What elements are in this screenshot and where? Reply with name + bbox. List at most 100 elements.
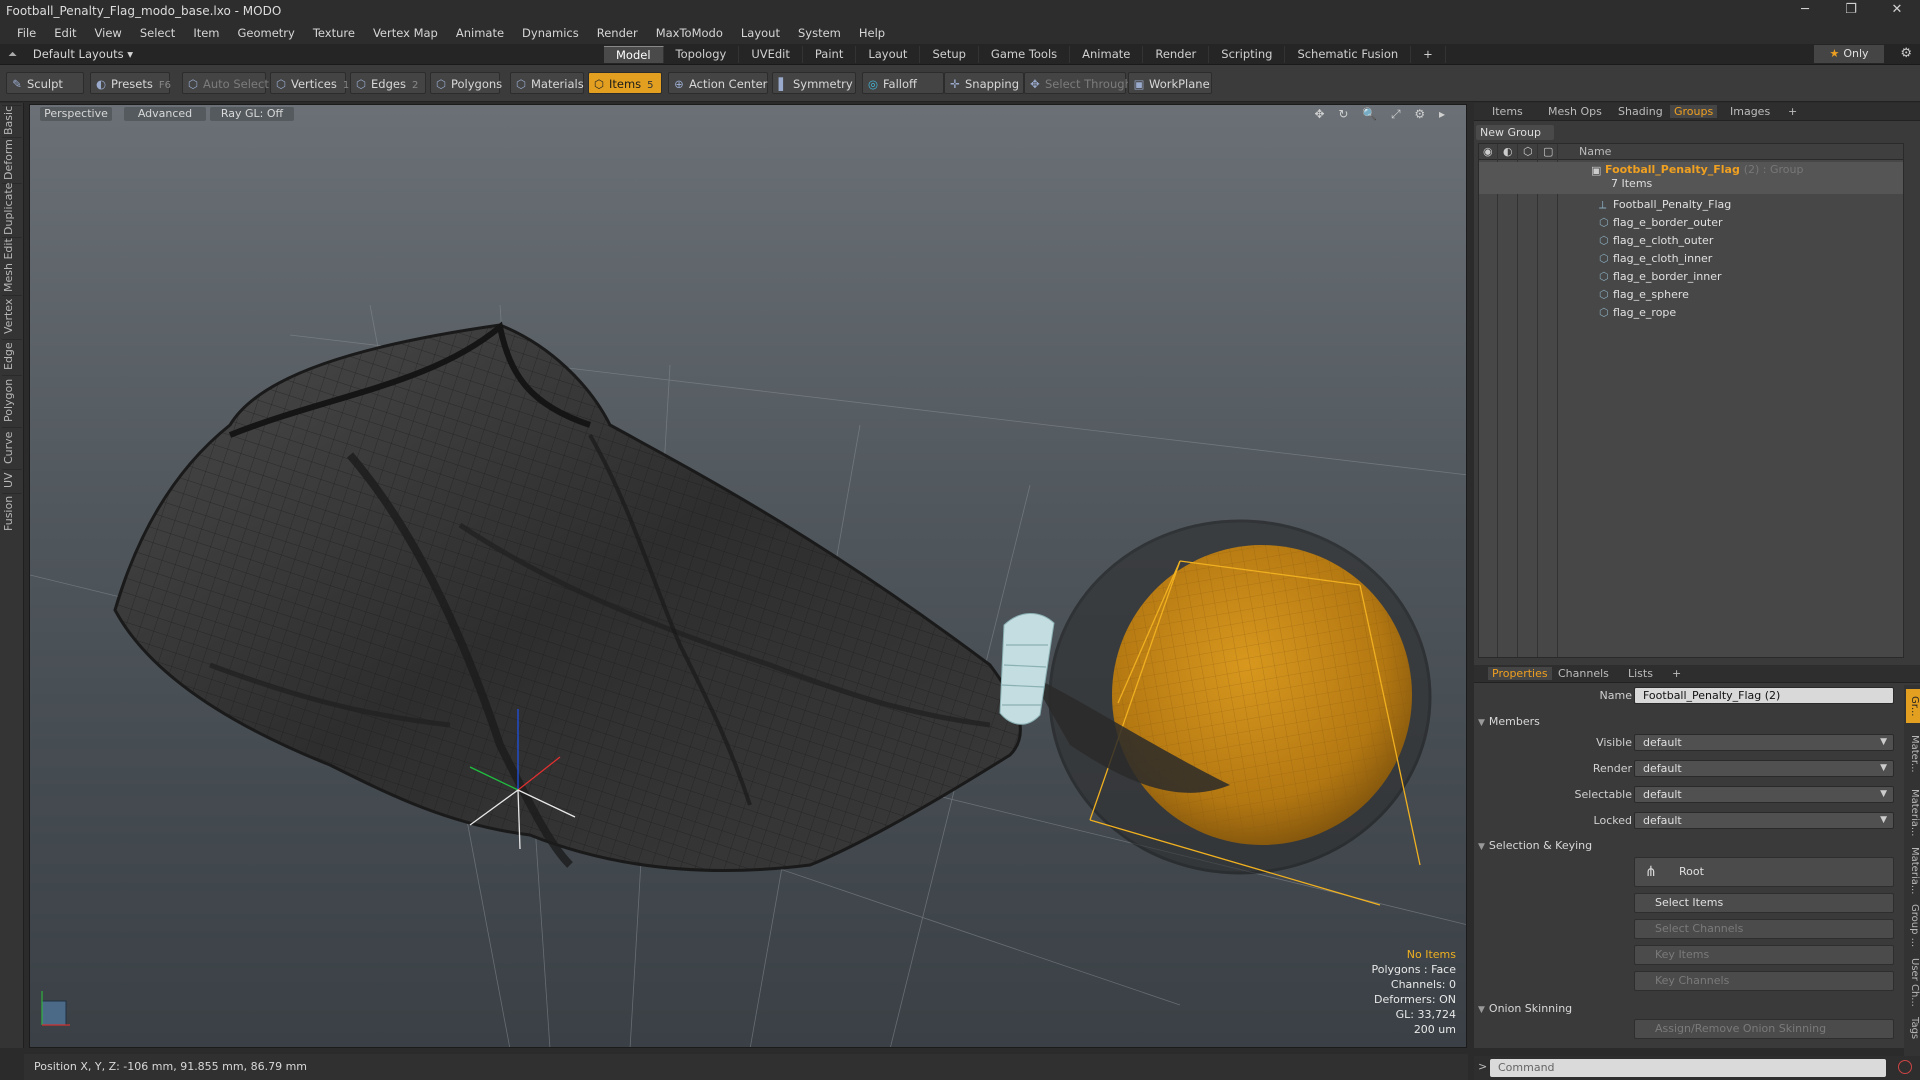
tab-model[interactable]: Model — [604, 46, 664, 63]
menu-animate[interactable]: Animate — [447, 26, 513, 40]
panel-tab-add[interactable]: + — [1784, 105, 1801, 118]
items-button[interactable]: ⬡ Items 5 — [588, 72, 662, 94]
onion-skinning-section[interactable]: ▼ Onion Skinning — [1478, 1002, 1572, 1015]
key-channels-button[interactable]: Key Channels — [1634, 971, 1894, 991]
left-tab-deform[interactable]: Deform — [2, 137, 22, 181]
action-center-button[interactable]: ⊕ Action Center — [668, 72, 768, 94]
menu-dynamics[interactable]: Dynamics — [513, 26, 588, 40]
side-tab[interactable]: Materia... — [1906, 785, 1920, 841]
panel-tab-groups[interactable]: Groups — [1670, 105, 1718, 118]
side-tab[interactable]: Group ... — [1906, 901, 1920, 951]
menu-system[interactable]: System — [789, 26, 850, 40]
groups-tree[interactable]: ◉ ◐ ⬡ ▢ Name ▣ Football_Penalty_Flag (2)… — [1478, 143, 1904, 658]
side-tab[interactable]: Materia... — [1906, 843, 1920, 899]
gear-icon[interactable]: ⚙ — [1900, 46, 1912, 61]
left-tab-edge[interactable]: Edge — [2, 339, 22, 373]
presets-button[interactable]: ◐ Presets F6 — [90, 72, 171, 94]
select-channels-button[interactable]: Select Channels — [1634, 919, 1894, 939]
raygl-menu[interactable]: Ray GL: Off — [210, 107, 294, 121]
tab-setup[interactable]: Setup — [920, 46, 979, 63]
workplane-button[interactable]: ▣ WorkPlane — [1128, 72, 1212, 94]
close-button[interactable]: ✕ — [1874, 0, 1920, 22]
left-tab-duplicate[interactable]: Duplicate — [2, 183, 22, 235]
snapping-button[interactable]: ✛ Snapping — [944, 72, 1024, 94]
key-items-button[interactable]: Key Items — [1634, 945, 1894, 965]
tree-item-row[interactable]: ⟂ Football_Penalty_Flag — [1479, 196, 1903, 214]
menu-item[interactable]: Item — [184, 26, 228, 40]
menu-vertex-map[interactable]: Vertex Map — [364, 26, 447, 40]
left-tab-fusion[interactable]: Fusion — [2, 493, 22, 533]
tree-item-row[interactable]: ⬡ flag_e_cloth_inner — [1479, 250, 1903, 268]
menu-texture[interactable]: Texture — [304, 26, 364, 40]
layout-selector[interactable]: ⏶ Default Layouts ▾ — [8, 47, 133, 62]
tab-scripting[interactable]: Scripting — [1209, 46, 1286, 63]
tree-item-row[interactable]: ⬡ flag_e_cloth_outer — [1479, 232, 1903, 250]
minimize-button[interactable]: ─ — [1782, 0, 1828, 22]
advanced-menu[interactable]: Advanced — [124, 107, 206, 121]
menu-file[interactable]: File — [8, 26, 45, 40]
tab-game-tools[interactable]: Game Tools — [979, 46, 1071, 63]
visible-dropdown[interactable]: default ▼ — [1634, 734, 1894, 751]
root-button[interactable]: ⋔ Root — [1634, 857, 1894, 887]
tree-item-row[interactable]: ⬡ flag_e_sphere — [1479, 286, 1903, 304]
properties-tab-lists[interactable]: Lists — [1624, 667, 1657, 680]
polygons-button[interactable]: ⬡ Polygons — [430, 72, 502, 94]
tab-paint[interactable]: Paint — [803, 46, 857, 63]
edges-button[interactable]: ⬡ Edges 2 — [350, 72, 426, 94]
tab-layout[interactable]: Layout — [856, 46, 921, 63]
tree-item-row[interactable]: ⬡ flag_e_border_inner — [1479, 268, 1903, 286]
tab-render[interactable]: Render — [1143, 46, 1210, 63]
symmetry-button[interactable]: ▌ Symmetry — [772, 72, 856, 94]
select-through-button[interactable]: ✥ Select Through — [1024, 72, 1132, 94]
render-icon[interactable]: ◐ — [1503, 145, 1513, 158]
menu-help[interactable]: Help — [850, 26, 894, 40]
properties-tab-add[interactable]: + — [1668, 667, 1685, 680]
sculpt-button[interactable]: ✎ Sculpt — [6, 72, 84, 94]
menu-layout[interactable]: Layout — [732, 26, 789, 40]
new-group-button[interactable]: New Group — [1476, 125, 1554, 140]
side-tab[interactable]: Tags — [1906, 1013, 1920, 1043]
members-section[interactable]: ▼ Members — [1478, 715, 1540, 728]
panel-tab-shading[interactable]: Shading — [1614, 105, 1667, 118]
group-row[interactable]: ▣ Football_Penalty_Flag (2) : Group 7 It… — [1479, 162, 1903, 194]
tab-topology[interactable]: Topology — [664, 46, 740, 63]
side-tab[interactable]: User Ch... — [1906, 953, 1920, 1011]
locked-dropdown[interactable]: default ▼ — [1634, 812, 1894, 829]
menu-geometry[interactable]: Geometry — [229, 26, 304, 40]
vertices-button[interactable]: ⬡ Vertices 1 — [270, 72, 349, 94]
selectable-dropdown[interactable]: default ▼ — [1634, 786, 1894, 803]
viewport-nav-icons[interactable]: ✥ ↻ 🔍 ⤢ ⚙ ▸ — [1314, 107, 1450, 122]
tab-add[interactable]: + — [1411, 46, 1446, 63]
tab-schematic-fusion[interactable]: Schematic Fusion — [1285, 46, 1412, 63]
flag-cloth-mesh[interactable] — [113, 321, 1022, 873]
collapse-icon[interactable]: ⏶ — [8, 47, 17, 61]
onion-skinning-button[interactable]: Assign/Remove Onion Skinning — [1634, 1019, 1894, 1039]
command-input[interactable]: Command — [1490, 1059, 1886, 1077]
left-tab-uv[interactable]: UV — [2, 469, 22, 491]
flag-sphere[interactable] — [1112, 545, 1412, 845]
side-tab[interactable]: Mater... — [1906, 725, 1920, 783]
selection-keying-section[interactable]: ▼ Selection & Keying — [1478, 839, 1592, 852]
left-tab-basic[interactable]: Basic — [2, 105, 22, 135]
menu-render[interactable]: Render — [588, 26, 647, 40]
flag-rope[interactable] — [999, 613, 1055, 725]
panel-tab-images[interactable]: Images — [1726, 105, 1774, 118]
properties-tab-channels[interactable]: Channels — [1554, 667, 1613, 680]
left-tab-vertex[interactable]: Vertex — [2, 295, 22, 337]
tree-item-row[interactable]: ⬡ flag_e_border_outer — [1479, 214, 1903, 232]
restore-button[interactable]: ❐ — [1828, 0, 1874, 22]
menu-select[interactable]: Select — [131, 26, 184, 40]
select-items-button[interactable]: Select Items — [1634, 893, 1894, 913]
only-button[interactable]: ★ Only — [1814, 45, 1884, 63]
record-icon[interactable] — [1898, 1060, 1912, 1074]
auto-select-button[interactable]: ⬡ Auto Select — [182, 72, 269, 94]
tab-uvedit[interactable]: UVEdit — [739, 46, 803, 63]
menu-view[interactable]: View — [86, 26, 131, 40]
side-tab[interactable]: Gr... — [1906, 689, 1920, 723]
properties-tab-properties[interactable]: Properties — [1488, 667, 1552, 680]
scene-render[interactable] — [30, 105, 1467, 1048]
panel-tab-items[interactable]: Items — [1488, 105, 1527, 118]
render-dropdown[interactable]: default ▼ — [1634, 760, 1894, 777]
perspective-menu[interactable]: Perspective — [40, 107, 112, 121]
falloff-button[interactable]: ◎ Falloff — [862, 72, 944, 94]
